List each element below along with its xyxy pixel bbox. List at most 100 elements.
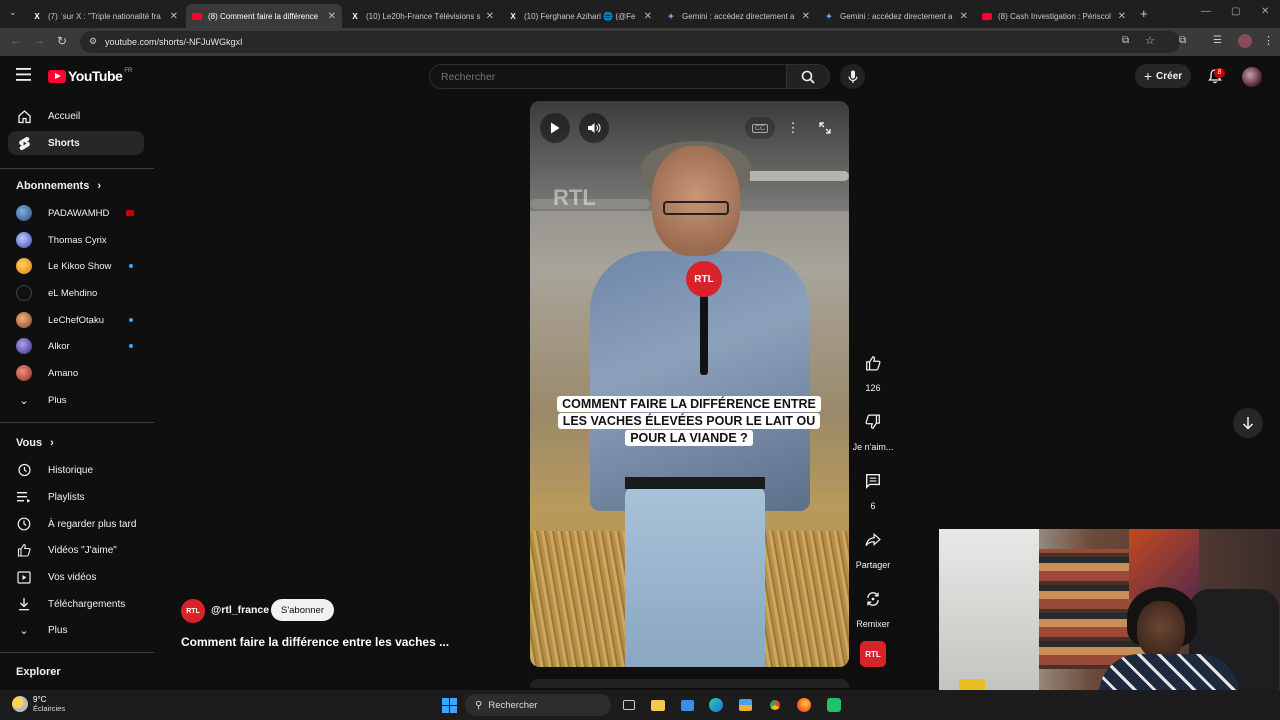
store-icon[interactable]: [737, 697, 753, 713]
you-header[interactable]: Vous ›: [16, 437, 54, 449]
dislike-action[interactable]: Je n'aim...: [852, 406, 894, 452]
share-action[interactable]: Partager: [852, 524, 894, 570]
close-tab-icon[interactable]: ✕: [802, 11, 810, 22]
profile-avatar[interactable]: [1238, 34, 1252, 48]
maximize-icon[interactable]: ▢: [1231, 6, 1240, 17]
sidebar-item-shorts[interactable]: Shorts: [8, 131, 144, 155]
play-button[interactable]: [540, 113, 570, 143]
extensions-icon[interactable]: ⧉: [1179, 35, 1186, 46]
browser-tab[interactable]: (8) Cash Investigation : Périscol ✕: [976, 4, 1132, 28]
sidebar-item-downloads[interactable]: Téléchargements: [8, 592, 144, 616]
browser-tab[interactable]: X (10) Ferghane Azihari 🌐 (@Fe ✕: [502, 4, 658, 28]
browser-tab[interactable]: ✦ Gemini : accédez directement a ✕: [818, 4, 974, 28]
create-button[interactable]: + Créer: [1135, 64, 1191, 88]
tab-search-chevron-icon[interactable]: ⌄: [9, 7, 17, 18]
like-count: 126: [865, 383, 881, 393]
account-avatar[interactable]: [1242, 67, 1262, 87]
subscriptions-header[interactable]: Abonnements ›: [16, 180, 101, 192]
next-short-button[interactable]: [1233, 408, 1263, 438]
address-bar[interactable]: ⚙ youtube.com/shorts/-NFJuWGkgxI ⧉ ☆: [80, 31, 1180, 53]
forward-icon[interactable]: →: [34, 35, 45, 47]
voice-search-button[interactable]: [840, 64, 865, 89]
close-tab-icon[interactable]: ✕: [960, 11, 968, 22]
app-icon[interactable]: [826, 697, 842, 713]
back-icon[interactable]: ←: [10, 35, 21, 47]
browser-tab[interactable]: X (7) ʿsur X : "Triple nationalité fra ✕: [26, 4, 184, 28]
close-tab-icon[interactable]: ✕: [644, 11, 652, 22]
video-title[interactable]: Comment faire la différence entre les va…: [181, 635, 449, 649]
closed-captions-icon: CC: [751, 123, 769, 133]
sidebar-item-history[interactable]: Historique: [8, 458, 144, 482]
captions-button[interactable]: CC: [745, 117, 775, 139]
sidebar: Accueil Shorts Abonnements › PADAWAMHD T…: [0, 56, 160, 688]
subscription-item[interactable]: Le Kikoo Show: [16, 256, 144, 276]
channel-avatar[interactable]: RTL: [181, 599, 205, 623]
subscription-item[interactable]: Amano: [16, 363, 144, 383]
reading-list-icon[interactable]: ☰: [1213, 35, 1222, 46]
close-tab-icon[interactable]: ✕: [486, 11, 494, 22]
subscriptions-more[interactable]: ⌄ Plus: [16, 390, 144, 410]
sound-source-chip[interactable]: RTL: [860, 641, 886, 667]
firefox-icon[interactable]: [796, 697, 812, 713]
subscription-item[interactable]: Alkor: [16, 336, 144, 356]
remix-action[interactable]: Remixer: [852, 583, 894, 629]
sidebar-item-watch-later[interactable]: À regarder plus tard: [8, 512, 144, 536]
like-action[interactable]: 126: [852, 347, 894, 393]
browser-tab[interactable]: ✦ Gemini : accédez directement a ✕: [660, 4, 816, 28]
volume-button[interactable]: [579, 113, 609, 143]
browser-tab[interactable]: X (10) Le20h-France Télévisions s ✕: [344, 4, 500, 28]
browser-menu-icon[interactable]: ⋮: [1263, 34, 1274, 47]
search-input[interactable]: [441, 71, 771, 83]
edge-icon[interactable]: [708, 697, 724, 713]
new-content-dot: [129, 344, 133, 348]
subscribe-button[interactable]: S'abonner: [271, 599, 334, 621]
webcam-scene-person-face: [1137, 601, 1185, 659]
dislike-button[interactable]: [857, 406, 889, 438]
close-tab-icon[interactable]: ✕: [170, 11, 178, 22]
close-tab-icon[interactable]: ✕: [1118, 11, 1126, 22]
short-video-player[interactable]: RTL RTL COMMENT FAIRE LA DIFFÉRENCE ENTR…: [530, 101, 849, 667]
reload-icon[interactable]: ↻: [57, 34, 67, 48]
new-tab-button[interactable]: +: [1140, 6, 1148, 21]
share-button[interactable]: [857, 524, 889, 556]
subscription-item[interactable]: eL Mehdino: [16, 283, 144, 303]
history-icon: [16, 462, 32, 478]
fullscreen-icon: [819, 122, 831, 134]
sidebar-item-home[interactable]: Accueil: [8, 104, 144, 128]
clock-icon: [16, 516, 32, 532]
you-more[interactable]: ⌄ Plus: [8, 618, 144, 642]
channel-handle[interactable]: @rtl_france: [211, 604, 269, 616]
close-tab-icon[interactable]: ✕: [328, 11, 336, 22]
sidebar-item-your-videos[interactable]: Vos vidéos: [8, 565, 144, 589]
weather-widget[interactable]: 9°C Éclaircies: [12, 695, 65, 713]
new-content-dot: [129, 264, 133, 268]
comments-button[interactable]: [857, 465, 889, 497]
sidebar-item-liked-videos[interactable]: Vidéos "J'aime": [8, 538, 144, 562]
mail-icon[interactable]: [679, 697, 695, 713]
bookmark-star-icon[interactable]: ☆: [1145, 34, 1155, 47]
sidebar-item-playlists[interactable]: Playlists: [8, 485, 144, 509]
windows-start-icon[interactable]: [441, 697, 457, 713]
close-window-icon[interactable]: ✕: [1261, 6, 1269, 17]
subscription-item[interactable]: LeChefOtaku: [16, 310, 144, 330]
video-scene-person-jeans: [625, 486, 765, 667]
chrome-icon[interactable]: [767, 697, 783, 713]
taskbar-search[interactable]: ⚲ Rechercher: [465, 694, 611, 716]
like-button[interactable]: [857, 347, 889, 379]
thumb-down-icon: [865, 414, 880, 429]
sidebar-divider: [0, 652, 154, 653]
file-explorer-icon[interactable]: [650, 697, 666, 713]
fullscreen-button[interactable]: [814, 117, 836, 139]
browser-tab-active[interactable]: (8) Comment faire la différence ✕: [186, 4, 342, 28]
task-view-icon[interactable]: [621, 697, 637, 713]
search-button[interactable]: [787, 64, 830, 89]
site-info-icon[interactable]: ⚙: [89, 36, 97, 47]
subscription-item[interactable]: PADAWAMHD: [16, 203, 144, 223]
remix-button[interactable]: [857, 583, 889, 615]
minimize-icon[interactable]: —: [1201, 6, 1211, 17]
install-app-icon[interactable]: ⧉: [1122, 35, 1129, 46]
search-box[interactable]: [429, 64, 787, 89]
subscription-item[interactable]: Thomas Cyrix: [16, 230, 144, 250]
comments-action[interactable]: 6: [852, 465, 894, 511]
more-options-button[interactable]: ⋮: [783, 117, 803, 139]
